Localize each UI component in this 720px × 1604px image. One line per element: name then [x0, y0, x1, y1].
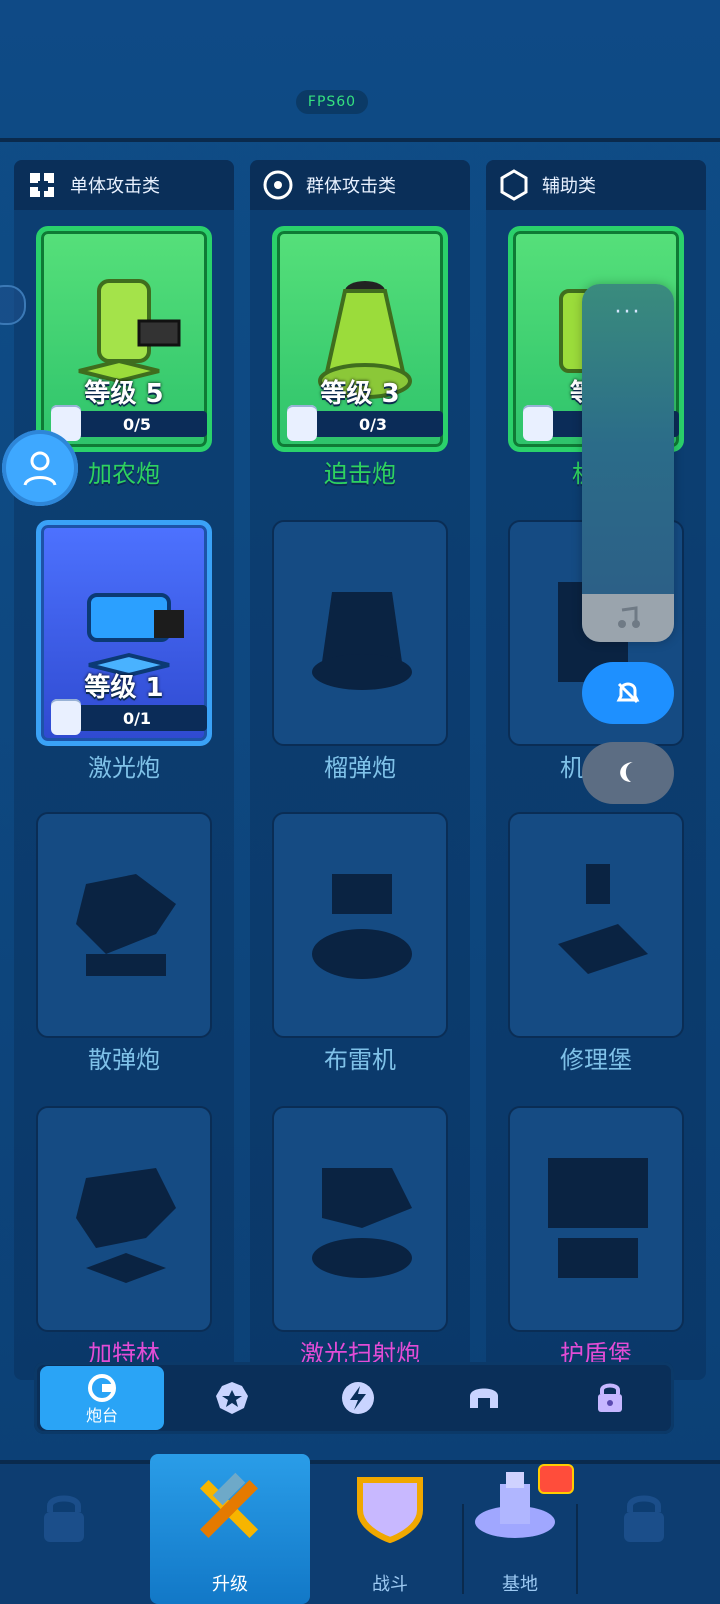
card-laser[interactable]: 等级 1 0/1	[36, 520, 212, 746]
card-mortar[interactable]: 等级 3 0/3	[272, 226, 448, 452]
group-target-icon	[263, 170, 293, 200]
nav-label: 基地	[502, 1574, 538, 1595]
night-mode-button[interactable]	[582, 742, 674, 804]
user-icon	[23, 451, 57, 486]
locked-silhouette-icon	[548, 1158, 648, 1278]
card-progress: 0/3	[303, 411, 443, 437]
lock-icon	[624, 1495, 664, 1542]
music-note-icon	[618, 606, 640, 628]
tab-locked[interactable]	[548, 1366, 672, 1430]
card-chip	[287, 405, 317, 441]
locked-silhouette-icon	[312, 592, 412, 690]
card-progress: 0/1	[67, 705, 207, 731]
locked-silhouette-icon	[558, 864, 648, 974]
tab-label: 炮台	[85, 1406, 118, 1425]
fps-badge: FPS60	[296, 90, 368, 114]
nav-battle[interactable]: 战斗	[320, 1464, 460, 1604]
locked-silhouette-icon	[76, 1168, 176, 1283]
tab-lightning[interactable]	[296, 1366, 420, 1430]
tab-turret[interactable]: 炮台	[40, 1366, 164, 1430]
column-title: 辅助类	[542, 176, 596, 197]
avatar-button[interactable]	[2, 430, 78, 506]
column-header: 辅助类	[486, 160, 706, 210]
column-title: 单体攻击类	[70, 176, 160, 197]
notification-badge	[538, 1464, 574, 1494]
card-name: 布雷机	[324, 1046, 396, 1074]
card-chip	[51, 699, 81, 735]
column-header: 群体攻击类	[250, 160, 470, 210]
card-shield-fort-locked[interactable]	[508, 1106, 684, 1332]
card-name: 迫击炮	[324, 460, 396, 488]
hammer-wrench-icon	[200, 1472, 258, 1538]
card-gatling-locked[interactable]	[36, 1106, 212, 1332]
helmet-icon	[470, 1388, 498, 1408]
nav-label: 战斗	[372, 1574, 408, 1595]
top-status-area: FPS60	[0, 0, 720, 142]
category-tabbar: 炮台	[34, 1362, 674, 1434]
nav-divider	[576, 1504, 578, 1594]
locked-silhouette-icon	[76, 874, 176, 976]
card-cannon[interactable]: 等级 5 0/5	[36, 226, 212, 452]
gear-star-icon	[216, 1382, 248, 1414]
tab-gear-star[interactable]	[170, 1366, 294, 1430]
card-shotgun-locked[interactable]	[36, 812, 212, 1038]
card-laser-sweep-locked[interactable]	[272, 1106, 448, 1332]
card-name: 散弹炮	[88, 1046, 160, 1074]
mute-notification-button[interactable]	[582, 662, 674, 724]
card-minelayer-locked[interactable]	[272, 812, 448, 1038]
more-dots[interactable]: ···	[582, 300, 674, 325]
nav-locked-right[interactable]	[580, 1464, 720, 1604]
lock-icon	[598, 1383, 622, 1412]
volume-panel[interactable]: ···	[582, 284, 674, 642]
shield-icon	[357, 1477, 423, 1544]
hexagon-icon	[500, 169, 528, 201]
locked-silhouette-icon	[312, 874, 412, 979]
nav-upgrade[interactable]: 升级	[150, 1464, 310, 1604]
lock-icon	[44, 1495, 84, 1542]
bell-off-icon	[616, 682, 640, 704]
column-single-target: 单体攻击类 等级 5 0/5 加农炮 等级 1 0/1 激光炮 散弹炮 加特林	[14, 160, 234, 1380]
turret-icon	[88, 1374, 116, 1402]
single-target-icon	[30, 173, 54, 197]
card-repair-fort-locked[interactable]	[508, 812, 684, 1038]
card-name: 修理堡	[560, 1046, 632, 1074]
card-name: 榴弹炮	[324, 754, 396, 782]
tab-helmet[interactable]	[422, 1366, 546, 1430]
bottom-navigation: 升级 战斗 基地	[0, 1454, 720, 1604]
card-progress: 0/5	[67, 411, 207, 437]
music-volume[interactable]	[582, 594, 674, 642]
column-group-target: 群体攻击类 等级 3 0/3 迫击炮 榴弹炮 布雷机 激光扫射炮	[250, 160, 470, 1380]
lightning-icon	[342, 1382, 374, 1414]
locked-silhouette-icon	[312, 1168, 412, 1278]
nav-locked-left[interactable]	[0, 1464, 140, 1604]
card-name: 激光炮	[88, 754, 160, 782]
nav-label: 升级	[212, 1574, 248, 1595]
column-header: 单体攻击类	[14, 160, 234, 210]
card-chip	[523, 405, 553, 441]
card-howitzer-locked[interactable]	[272, 520, 448, 746]
moon-icon	[620, 762, 633, 782]
column-title: 群体攻击类	[306, 176, 396, 197]
